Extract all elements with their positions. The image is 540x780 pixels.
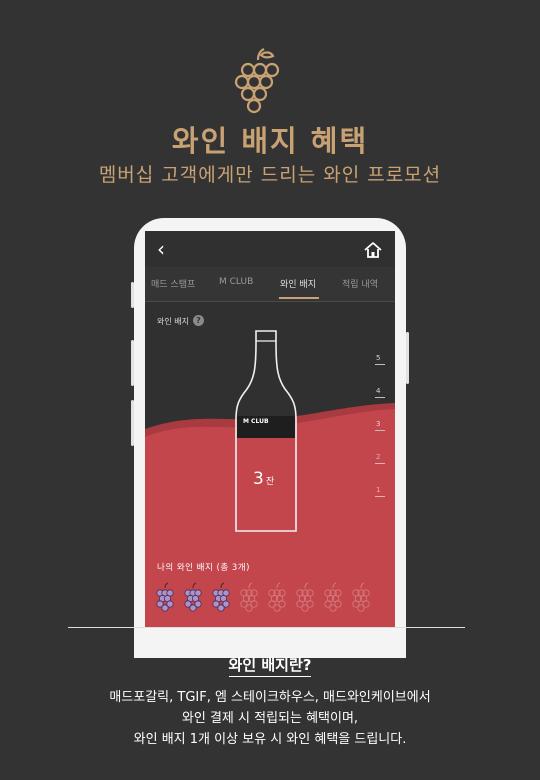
grape-badge-empty-icon — [296, 582, 314, 612]
level-tick — [375, 364, 385, 365]
grape-badge-empty-icon — [268, 582, 286, 612]
phone-side-button — [406, 332, 409, 384]
tab-wine-badge[interactable]: 와인 배지 — [280, 277, 316, 290]
tab-points-history[interactable]: 적립 내역 — [342, 277, 378, 290]
phone-side-button — [131, 400, 134, 446]
level-tick — [375, 496, 385, 497]
bottle-brand-label: M CLUB — [243, 418, 269, 425]
wine-bottle — [235, 330, 297, 532]
app-header: ‹ — [145, 231, 395, 267]
my-badges-label: 나의 와인 배지 (총 3개) — [157, 563, 250, 573]
grape-badge-empty-icon — [352, 582, 370, 612]
grape-badge-empty-icon — [324, 582, 342, 612]
active-tab-indicator — [279, 297, 319, 299]
home-icon[interactable] — [363, 240, 383, 260]
glass-count: 3잔 — [253, 469, 274, 489]
level-mark-4: 4 — [376, 387, 381, 395]
section-divider — [68, 627, 465, 628]
page-title: 와인 배지 혜택 — [171, 124, 369, 158]
glass-count-value: 3 — [253, 469, 264, 489]
page-subtitle: 멤버십 고객에게만 드리는 와인 프로모션 — [98, 164, 442, 186]
phone-side-button — [131, 340, 134, 386]
info-title-text: 와인 배지란? — [228, 656, 312, 677]
grape-badge-icon — [156, 582, 174, 612]
level-tick — [375, 430, 385, 431]
tab-bar: 매드 스탬프 M CLUB 와인 배지 적립 내역 — [145, 267, 395, 301]
info-line-3: 와인 배지 1개 이상 보유 시 와인 혜택을 드립니다. — [133, 732, 407, 747]
grape-badge-empty-icon — [240, 582, 258, 612]
tab-m-club[interactable]: M CLUB — [219, 277, 253, 287]
level-mark-1: 1 — [376, 486, 381, 494]
level-mark-2: 2 — [376, 453, 381, 461]
tab-mad-stamp[interactable]: 매드 스탬프 — [151, 277, 195, 290]
help-icon[interactable]: ? — [193, 315, 204, 326]
glass-count-unit: 잔 — [265, 477, 275, 487]
app-screen: ‹ 매드 스탬프 M CLUB 와인 배지 적립 내역 와인 배지 ? M CL… — [145, 231, 395, 628]
tab-divider — [145, 301, 395, 302]
info-line-2: 와인 결제 시 적립되는 혜택이며, — [181, 711, 359, 726]
info-line-1: 매드포갈릭, TGIF, 엠 스테이크하우스, 매드와인케이브에서 — [109, 690, 431, 705]
level-mark-5: 5 — [376, 354, 381, 362]
level-tick — [375, 463, 385, 464]
level-mark-3: 3 — [376, 420, 381, 428]
back-button[interactable]: ‹ — [151, 238, 171, 260]
level-tick — [375, 397, 385, 398]
phone-side-button — [131, 282, 134, 308]
info-title: 와인 배지란? — [0, 654, 540, 677]
grape-badge-icon — [184, 582, 202, 612]
grape-badge-icon — [212, 582, 230, 612]
grape-logo-icon — [234, 48, 280, 114]
wine-badge-label: 와인 배지 — [157, 317, 189, 326]
